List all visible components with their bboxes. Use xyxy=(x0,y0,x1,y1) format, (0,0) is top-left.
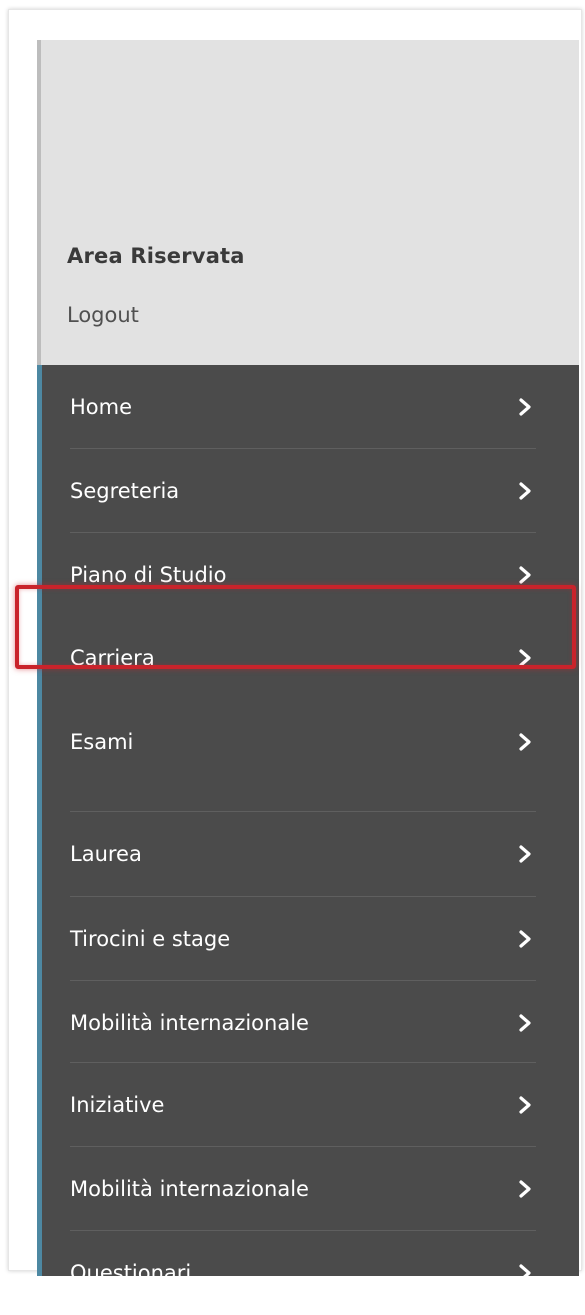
logout-link[interactable]: Logout xyxy=(67,303,139,327)
menu-item-label: Laurea xyxy=(70,842,142,866)
user-header: Area Riservata Logout xyxy=(37,40,579,365)
menu-item-piano-di-studio[interactable]: Piano di Studio xyxy=(42,533,579,617)
chevron-right-icon xyxy=(519,733,531,751)
chevron-right-icon xyxy=(519,1264,531,1282)
menu-item-esami[interactable]: Esami xyxy=(42,700,579,784)
menu-item-mobilita-internazionale-2[interactable]: Mobilità internazionale xyxy=(42,1147,579,1231)
menu-item-questionari[interactable]: Questionari xyxy=(42,1231,579,1315)
menu-item-label: Carriera xyxy=(70,646,155,670)
screenshot-frame: Area Riservata Logout Home Segreteria Pi… xyxy=(8,9,582,1285)
menu-item-label: Piano di Studio xyxy=(70,563,227,587)
menu-item-label: Segreteria xyxy=(70,479,180,503)
sidebar-panel: Area Riservata Logout Home Segreteria Pi… xyxy=(37,40,579,1285)
chevron-right-icon xyxy=(519,482,531,500)
menu-item-tirocini-e-stage[interactable]: Tirocini e stage xyxy=(42,897,579,981)
menu-item-label: Esami xyxy=(70,730,134,754)
chevron-right-icon xyxy=(519,1180,531,1198)
chevron-right-icon xyxy=(519,566,531,584)
menu-item-segreteria[interactable]: Segreteria xyxy=(42,449,579,533)
menu-item-laurea[interactable]: Laurea xyxy=(42,812,579,896)
menu-item-mobilita-internazionale[interactable]: Mobilità internazionale xyxy=(42,981,579,1065)
chevron-right-icon xyxy=(519,1096,531,1114)
menu-item-label: Tirocini e stage xyxy=(70,927,231,951)
chevron-right-icon xyxy=(519,649,531,667)
chevron-right-icon xyxy=(519,930,531,948)
area-riservata-title: Area Riservata xyxy=(67,244,245,268)
menu-item-carriera[interactable]: Carriera xyxy=(42,616,579,700)
menu-item-iniziative[interactable]: Iniziative xyxy=(42,1063,579,1147)
menu-item-home[interactable]: Home xyxy=(42,365,579,449)
chevron-right-icon xyxy=(519,398,531,416)
menu-item-label: Home xyxy=(70,395,133,419)
menu-item-label: Questionari xyxy=(70,1261,192,1285)
menu-item-label: Mobilità internazionale xyxy=(70,1011,309,1035)
chevron-right-icon xyxy=(519,845,531,863)
chevron-right-icon xyxy=(519,1014,531,1032)
sidebar-menu: Home Segreteria Piano di Studio Carriera… xyxy=(37,365,579,1285)
menu-item-label: Mobilità internazionale xyxy=(70,1177,309,1201)
menu-item-label: Iniziative xyxy=(70,1093,165,1117)
